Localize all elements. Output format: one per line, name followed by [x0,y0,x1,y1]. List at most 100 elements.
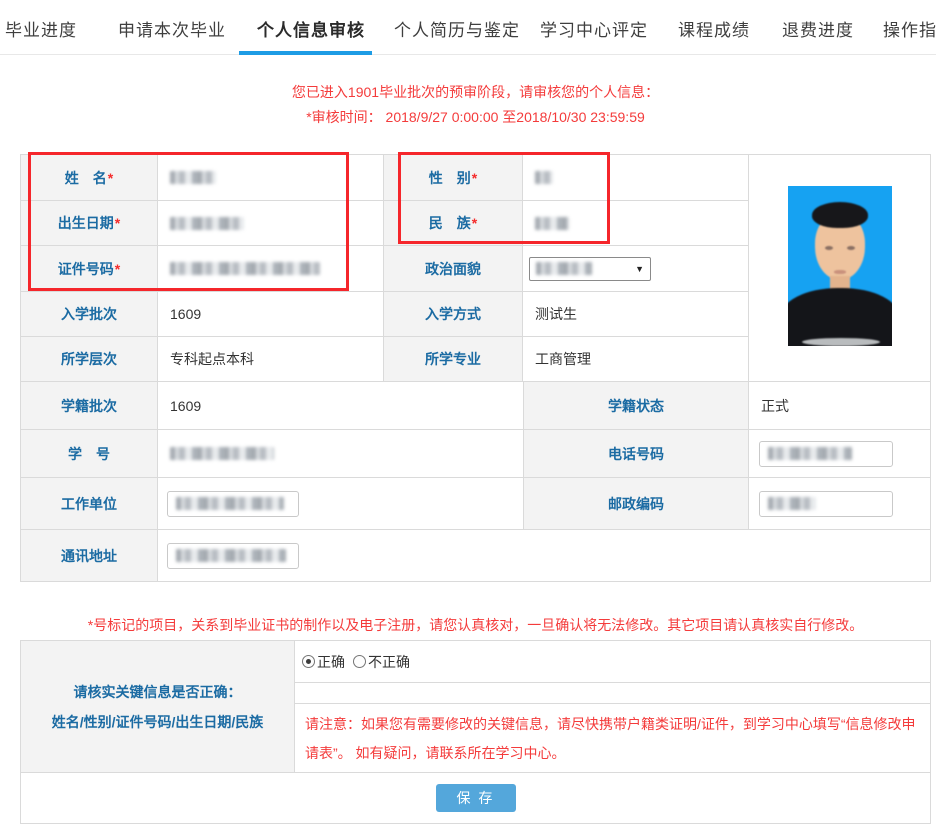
postcode-value-redacted [768,497,816,510]
field-label-roll-batch: 学籍批次 [21,382,158,430]
field-label-student-no: 学 号 [21,430,158,478]
field-value-address [158,530,931,582]
roll-status-value: 正式 [761,396,789,416]
birth-date-label-text: 出生日期 [58,213,114,233]
field-label-id-number: 证件号码* [21,246,158,292]
field-value-study-level: 专科起点本科 [158,337,384,382]
postcode-input[interactable] [759,491,893,517]
tab-personal-info-review[interactable]: 个人信息审核 [257,16,365,41]
field-value-phone [749,430,931,478]
active-tab-underline [239,51,372,55]
political-value-redacted [536,262,592,275]
field-label-roll-status: 学籍状态 [524,382,749,430]
review-time-line: *审核时间： 2018/9/27 0:00:00 至2018/10/30 23:… [20,107,931,127]
enroll-mode-value: 测试生 [535,304,577,324]
birth-date-value-redacted [170,217,244,230]
spacer-row [295,683,930,704]
id-photo [788,186,892,346]
tabbar-divider [0,54,936,55]
phone-input[interactable] [759,441,893,467]
required-fields-warning: *号标记的项目，关系到毕业证书的制作以及电子注册，请您认真核对，一旦确认将无法修… [20,615,931,635]
radio-incorrect[interactable]: 不正确 [353,652,410,672]
radio-incorrect-label: 不正确 [368,652,410,672]
verify-question-line2: 姓名/性别/证件号码/出生日期/民族 [52,712,264,732]
tab-graduation-progress[interactable]: 毕业进度 [5,16,77,41]
political-status-select[interactable]: ▼ [529,257,651,281]
field-label-postcode: 邮政编码 [524,478,749,530]
radio-unchecked-icon [353,655,366,668]
field-value-enroll-batch: 1609 [158,292,384,337]
phone-label-text: 电话号码 [608,444,664,464]
field-value-political: ▼ [523,246,749,292]
required-asterisk: * [108,170,113,186]
postcode-label-text: 邮政编码 [608,494,664,514]
required-asterisk: * [472,215,477,231]
employer-input[interactable] [167,491,299,517]
tab-apply-graduation[interactable]: 申请本次毕业 [118,16,226,41]
student-no-value-redacted [170,447,274,460]
field-label-name: 姓 名* [21,155,158,201]
field-label-political: 政治面貌 [384,246,523,292]
roll-status-label-text: 学籍状态 [608,396,664,416]
id-number-label-text: 证件号码 [58,259,114,279]
required-asterisk: * [472,170,477,186]
tab-course-scores[interactable]: 课程成绩 [678,16,750,41]
personal-info-table-upper: 姓 名* 性 别* 出生日期* 民 族* 证件号码* 政治面貌 [20,154,931,382]
field-value-id-number [158,246,384,292]
modify-notice-text: 请注意：如果您有需要修改的关键信息，请尽快携带户籍类证明/证件，到学习中心填写“… [295,704,930,772]
tab-learning-center-eval[interactable]: 学习中心评定 [540,16,648,41]
nation-value-redacted [535,217,569,230]
photo-hair [812,202,868,228]
field-label-enroll-mode: 入学方式 [384,292,523,337]
photo-eye-right [847,246,855,250]
field-label-nation: 民 族* [384,201,523,246]
roll-batch-value: 1609 [170,398,201,414]
enroll-batch-value: 1609 [170,306,201,322]
photo-mouth [834,270,846,274]
required-asterisk: * [115,215,120,231]
enroll-batch-label-text: 入学批次 [61,304,117,324]
nation-label-text: 民 族 [429,213,471,233]
field-label-address: 通讯地址 [21,530,158,582]
verify-section: 请核实关键信息是否正确： 姓名/性别/证件号码/出生日期/民族 正确 不正确 请… [20,640,931,824]
gender-label-text: 性 别 [429,168,471,188]
tab-resume-appraisal[interactable]: 个人简历与鉴定 [394,16,520,41]
field-value-enroll-mode: 测试生 [523,292,749,337]
field-label-birth-date: 出生日期* [21,201,158,246]
id-photo-cell [749,155,931,382]
study-level-label-text: 所学层次 [61,349,117,369]
field-value-postcode [749,478,931,530]
required-asterisk: * [115,261,120,277]
save-row: 保 存 [21,773,930,823]
field-label-phone: 电话号码 [524,430,749,478]
study-level-value: 专科起点本科 [170,349,254,369]
field-value-birth-date [158,201,384,246]
tab-operation-guide[interactable]: 操作指 [883,16,936,41]
field-value-employer [158,478,524,530]
field-label-gender: 性 别* [384,155,523,201]
verify-question-line1: 请核实关键信息是否正确： [74,682,242,702]
batch-notice-line1: 您已进入1901毕业批次的预审阶段，请审核您的个人信息： [20,82,931,102]
major-label-text: 所学专业 [425,349,481,369]
field-value-nation [523,201,749,246]
employer-value-redacted [176,497,284,510]
name-value-redacted [170,171,216,184]
radio-correct[interactable]: 正确 [302,652,345,672]
save-button[interactable]: 保 存 [436,784,516,812]
dropdown-arrow-icon: ▼ [635,264,644,274]
field-value-gender [523,155,749,201]
enroll-mode-label-text: 入学方式 [425,304,481,324]
photo-shadow [802,338,880,346]
address-input[interactable] [167,543,299,569]
employer-label-text: 工作单位 [61,494,117,514]
roll-batch-label-text: 学籍批次 [61,396,117,416]
tab-refund-progress[interactable]: 退费进度 [782,16,854,41]
major-value: 工商管理 [535,349,591,369]
field-value-major: 工商管理 [523,337,749,382]
verify-table: 请核实关键信息是否正确： 姓名/性别/证件号码/出生日期/民族 正确 不正确 请… [21,641,930,773]
verify-options-row: 正确 不正确 [295,641,930,683]
name-label-text: 姓 名 [65,168,107,188]
verify-answer-area: 正确 不正确 请注意：如果您有需要修改的关键信息，请尽快携带户籍类证明/证件，到… [295,641,930,772]
personal-info-review-page: 毕业进度 申请本次毕业 个人信息审核 个人简历与鉴定 学习中心评定 课程成绩 退… [0,0,936,826]
field-label-enroll-batch: 入学批次 [21,292,158,337]
